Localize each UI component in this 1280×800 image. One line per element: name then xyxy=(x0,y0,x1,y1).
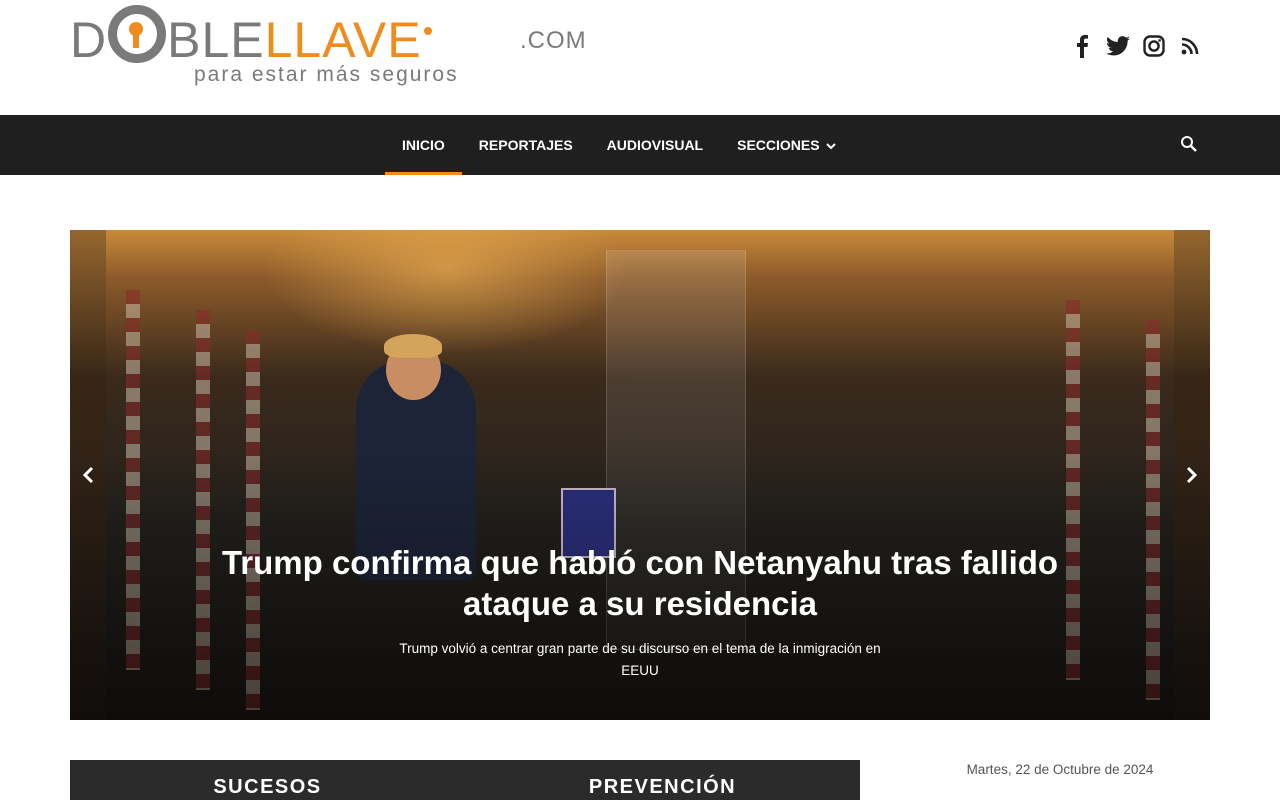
chevron-right-icon[interactable] xyxy=(1180,464,1202,486)
logo-letter-d: D xyxy=(70,12,108,68)
nav-menu: INICIO REPORTAJES AUDIOVISUAL SECCIONES xyxy=(385,115,853,175)
site-header: D BLELLAVE .COM para estar más seguros xyxy=(0,0,1280,115)
tab-sucesos[interactable]: SUCESOS xyxy=(70,760,465,800)
social-links xyxy=(1070,33,1202,59)
hero-subtitle: Trump volvió a centrar gran parte de su … xyxy=(399,641,881,678)
chevron-left-icon[interactable] xyxy=(78,464,100,486)
instagram-icon[interactable] xyxy=(1142,33,1166,59)
nav-item-label: AUDIOVISUAL xyxy=(606,137,704,153)
search-icon[interactable] xyxy=(1180,135,1200,155)
logo-tagline: para estar más seguros xyxy=(194,63,459,86)
nav-item-inicio[interactable]: INICIO xyxy=(385,115,462,175)
nav-item-reportajes[interactable]: REPORTAJES xyxy=(462,115,590,175)
nav-item-label: INICIO xyxy=(402,137,445,153)
logo-dot-icon xyxy=(423,27,432,35)
main-nav: INICIO REPORTAJES AUDIOVISUAL SECCIONES xyxy=(0,115,1280,175)
nav-item-label: REPORTAJES xyxy=(478,137,573,153)
current-date: Martes, 22 de Octubre de 2024 xyxy=(966,762,1154,777)
nav-item-secciones[interactable]: SECCIONES xyxy=(720,115,852,175)
keyhole-icon xyxy=(108,5,167,63)
twitter-icon[interactable] xyxy=(1106,33,1130,59)
logo-text-llave: LLAVE xyxy=(264,12,422,68)
rss-icon[interactable] xyxy=(1178,33,1202,59)
logo-com: .COM xyxy=(520,27,587,54)
tab-prevencion[interactable]: PREVENCIÓN xyxy=(465,760,860,800)
hero-slider[interactable]: Trump confirma que habló con Netanyahu t… xyxy=(70,230,1210,720)
nav-item-audiovisual[interactable]: AUDIOVISUAL xyxy=(590,115,720,175)
facebook-icon[interactable] xyxy=(1070,33,1094,59)
site-logo[interactable]: D BLELLAVE .COM para estar más seguros xyxy=(70,5,590,90)
section-tabs: SUCESOS PREVENCIÓN xyxy=(70,760,860,800)
nav-item-label: SECCIONES xyxy=(737,137,820,153)
chevron-down-icon xyxy=(825,137,836,153)
logo-text-ble: BLE xyxy=(167,12,265,68)
hero-title[interactable]: Trump confirma que habló con Netanyahu t… xyxy=(220,542,1060,624)
